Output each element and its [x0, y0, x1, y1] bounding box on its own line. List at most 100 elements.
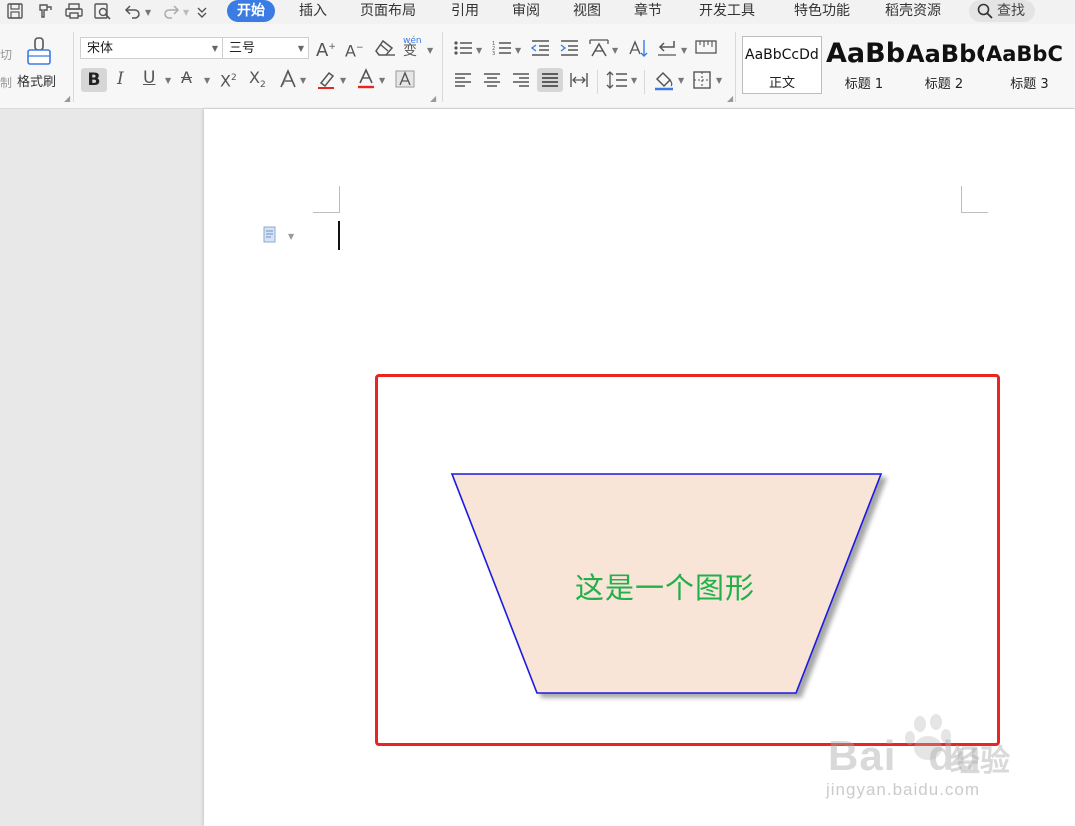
bold-button[interactable]: B [81, 68, 107, 92]
style-heading-1[interactable]: AaBb 标题 1 [824, 36, 904, 94]
margin-corner-top-right [961, 186, 988, 213]
format-painter-label[interactable]: 格式刷 [17, 74, 56, 92]
justify-icon[interactable] [537, 68, 563, 92]
highlight-icon[interactable] [315, 70, 337, 90]
highlight-dropdown-icon[interactable]: ▼ [340, 76, 346, 85]
strikethrough-button[interactable]: A [181, 69, 192, 87]
group-divider [597, 70, 598, 94]
group-divider [735, 32, 736, 102]
font-color-icon[interactable] [356, 68, 376, 90]
group-divider [442, 32, 443, 102]
clipboard-group-launcher-icon[interactable]: ◢ [64, 94, 70, 103]
line-spacing-dropdown-icon[interactable]: ▼ [631, 76, 637, 85]
font-size-select[interactable]: 三号 ▼ [222, 37, 309, 59]
menu-bar: ▼ ▼ 开始 插入 页面布局 引用 审阅 视图 章节 开发工具 特色功能 稻壳资… [0, 0, 1075, 24]
phonetic-dropdown-icon[interactable]: ▼ [427, 46, 433, 55]
watermark-product: 经验 [950, 744, 1010, 779]
style-heading-3[interactable]: AaBbC 标题 3 [984, 36, 1075, 94]
chinese-layout-dropdown-icon[interactable]: ▼ [612, 46, 618, 55]
format-painter-icon[interactable] [25, 36, 53, 68]
style-sample: AaBb [826, 38, 904, 69]
shape-text[interactable]: 这是一个图形 [560, 565, 770, 607]
style-name: 标题 3 [1010, 77, 1049, 92]
print-preview-icon[interactable] [93, 2, 113, 20]
tab-view[interactable]: 视图 [573, 0, 601, 22]
undo-icon[interactable] [124, 2, 142, 20]
save-icon[interactable] [6, 2, 24, 20]
text-cursor [338, 221, 340, 250]
grow-font-icon[interactable]: A+ [316, 38, 336, 60]
style-name: 标题 1 [844, 77, 884, 92]
underline-dropdown-icon[interactable]: ▼ [165, 76, 171, 85]
group-divider [644, 70, 645, 94]
show-hide-marks-dropdown-icon[interactable]: ▼ [681, 46, 687, 55]
watermark-brand-part1: Bai [828, 732, 897, 779]
borders-icon[interactable] [692, 70, 712, 90]
table-of-contents-ruler-icon[interactable] [695, 40, 717, 54]
undo-dropdown-icon[interactable]: ▼ [145, 8, 151, 17]
copy-button[interactable]: 制 [0, 74, 12, 92]
tab-chapter[interactable]: 章节 [634, 0, 662, 22]
align-left-icon[interactable] [453, 71, 473, 89]
svg-text:3: 3 [492, 51, 495, 57]
customize-quick-access-icon[interactable] [196, 3, 208, 21]
search-box[interactable]: 查找 [969, 0, 1035, 22]
numbered-list-icon[interactable]: 123 [492, 39, 512, 57]
font-group-launcher-icon[interactable]: ◢ [430, 94, 436, 103]
borders-dropdown-icon[interactable]: ▼ [716, 76, 722, 85]
tab-developer-tools[interactable]: 开发工具 [699, 0, 755, 22]
tab-home[interactable]: 开始 [227, 0, 275, 22]
line-spacing-icon[interactable] [606, 70, 628, 90]
sort-icon[interactable] [628, 38, 648, 58]
print-icon[interactable] [64, 2, 84, 20]
text-effects-icon[interactable] [278, 69, 298, 89]
watermark-url: jingyan.baidu.com [826, 780, 981, 799]
tab-insert[interactable]: 插入 [299, 0, 327, 22]
chinese-layout-icon[interactable] [588, 38, 610, 58]
search-label: 查找 [997, 3, 1025, 19]
font-family-value: 宋体 [87, 41, 114, 56]
cut-button[interactable]: 切 [0, 46, 12, 64]
strikethrough-dropdown-icon[interactable]: ▼ [204, 76, 210, 85]
shading-fill-icon[interactable] [653, 69, 675, 91]
text-effects-dropdown-icon[interactable]: ▼ [300, 76, 306, 85]
style-normal[interactable]: AaBbCcDd 正文 [742, 36, 822, 94]
tab-review[interactable]: 审阅 [512, 0, 540, 22]
font-color-dropdown-icon[interactable]: ▼ [379, 76, 385, 85]
format-painter-quick-icon[interactable] [36, 2, 54, 20]
increase-indent-icon[interactable] [559, 39, 579, 57]
group-divider [73, 32, 74, 102]
style-sample: AaBbC [986, 42, 1063, 66]
underline-button[interactable]: U [143, 69, 155, 87]
shrink-font-icon[interactable]: A− [345, 39, 364, 60]
paragraph-layout-dropdown-icon[interactable]: ▼ [288, 232, 294, 241]
distributed-align-icon[interactable] [569, 71, 589, 89]
superscript-button[interactable]: X2 [220, 69, 237, 90]
tab-references[interactable]: 引用 [451, 0, 479, 22]
paragraph-layout-icon[interactable] [262, 226, 280, 248]
style-heading-2[interactable]: AaBbC 标题 2 [904, 36, 984, 94]
bullet-list-icon[interactable] [453, 39, 473, 57]
shading-fill-dropdown-icon[interactable]: ▼ [678, 76, 684, 85]
style-name: 正文 [768, 76, 795, 91]
redo-dropdown-icon[interactable]: ▼ [183, 8, 189, 17]
subscript-button[interactable]: X2 [249, 68, 266, 94]
font-family-select[interactable]: 宋体 ▼ [80, 37, 223, 59]
align-right-icon[interactable] [511, 71, 531, 89]
decrease-indent-icon[interactable] [530, 39, 550, 57]
align-center-icon[interactable] [482, 71, 502, 89]
clear-formatting-icon[interactable] [374, 39, 396, 57]
italic-button[interactable]: I [117, 70, 124, 88]
phonetic-guide-icon[interactable]: 变 [403, 42, 417, 60]
bullet-list-dropdown-icon[interactable]: ▼ [476, 46, 482, 55]
tab-page-layout[interactable]: 页面布局 [360, 0, 416, 22]
style-sample: AaBbC [906, 40, 984, 68]
numbered-list-dropdown-icon[interactable]: ▼ [515, 46, 521, 55]
tab-docer-resources[interactable]: 稻壳资源 [885, 0, 941, 22]
show-hide-marks-icon[interactable] [656, 39, 678, 57]
paragraph-group-launcher-icon[interactable]: ◢ [727, 94, 733, 103]
character-shading-icon[interactable] [395, 70, 415, 88]
style-sample: AaBbCcDd [745, 47, 819, 63]
tab-special-features[interactable]: 特色功能 [794, 0, 850, 22]
redo-icon[interactable] [162, 2, 180, 20]
